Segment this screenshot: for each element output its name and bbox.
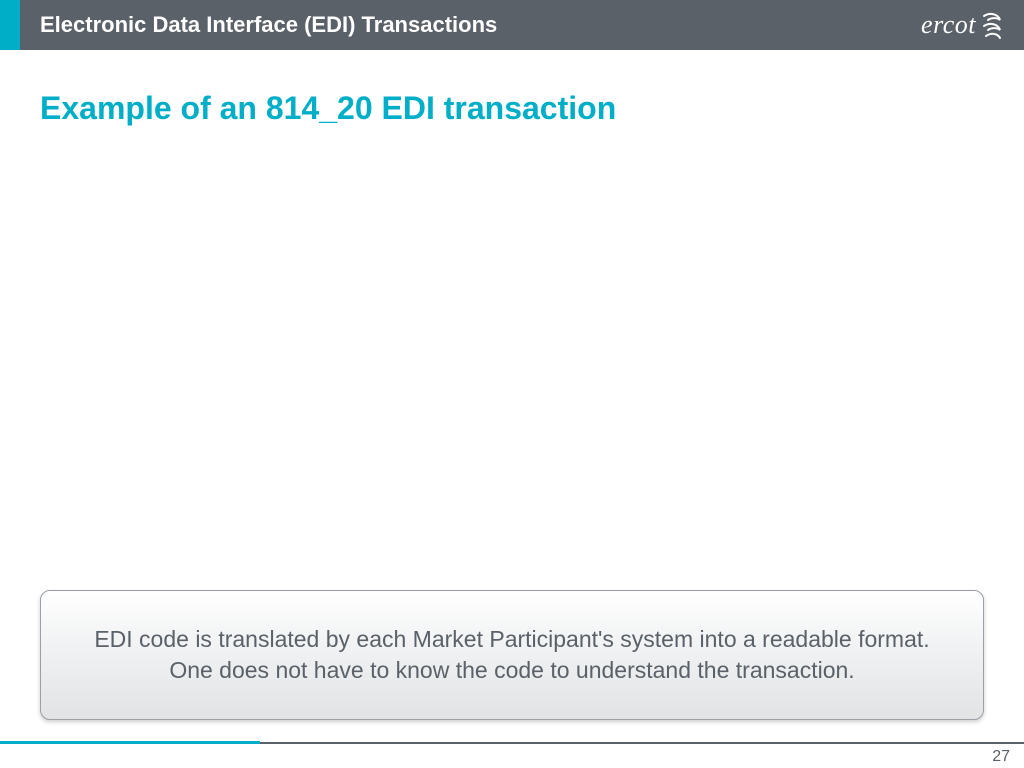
slide-title: Example of an 814_20 EDI transaction [40,90,616,127]
callout-box: EDI code is translated by each Market Pa… [40,590,984,720]
callout-line-1: EDI code is translated by each Market Pa… [94,624,929,655]
slide: Electronic Data Interface (EDI) Transact… [0,0,1024,768]
page-number: 27 [992,748,1010,766]
swirl-icon [980,10,1004,40]
header-title: Electronic Data Interface (EDI) Transact… [40,12,921,38]
header-bar: Electronic Data Interface (EDI) Transact… [0,0,1024,50]
header-accent [0,0,20,50]
brand-logo: ercot [921,10,1004,40]
logo-text: ercot [921,10,976,40]
footer-rule-accent [0,741,260,744]
callout-line-2: One does not have to know the code to un… [169,655,854,686]
